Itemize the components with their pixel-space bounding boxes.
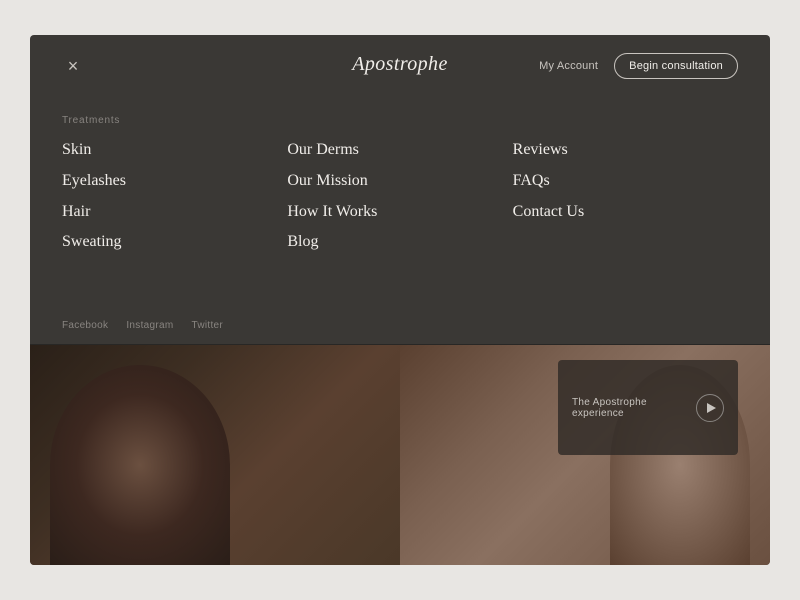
social-link-instagram[interactable]: Instagram — [126, 320, 173, 331]
nav-header: × Apostrophe My Account Begin consultati… — [30, 35, 770, 97]
nav-overlay: × Apostrophe My Account Begin consultati… — [30, 35, 770, 345]
hero-bg-left — [30, 345, 400, 565]
play-icon — [707, 403, 716, 413]
nav-link-contact-us[interactable]: Contact Us — [513, 202, 738, 223]
nav-link-sweating[interactable]: Sweating — [62, 232, 287, 253]
nav-col-2: Our Derms Our Mission How It Works Blog — [287, 140, 512, 253]
video-title: The Apostrophe experience — [572, 397, 696, 419]
logo: Apostrophe — [352, 53, 447, 76]
section-divider — [30, 344, 770, 345]
nav-link-how-it-works[interactable]: How It Works — [287, 202, 512, 223]
social-link-twitter[interactable]: Twitter — [192, 320, 224, 331]
nav-footer: Facebook Instagram Twitter — [30, 310, 770, 345]
begin-consultation-button[interactable]: Begin consultation — [614, 53, 738, 79]
nav-link-eyelashes[interactable]: Eyelashes — [62, 171, 287, 192]
nav-col-1: Skin Eyelashes Hair Sweating — [62, 140, 287, 253]
nav-link-our-mission[interactable]: Our Mission — [287, 171, 512, 192]
treatments-label: Treatments — [62, 115, 738, 126]
page-wrapper: × Apostrophe My Account Begin consultati… — [30, 35, 770, 565]
social-link-facebook[interactable]: Facebook — [62, 320, 108, 331]
play-button[interactable] — [696, 394, 724, 422]
my-account-link[interactable]: My Account — [539, 60, 598, 72]
video-card: The Apostrophe experience — [558, 360, 738, 455]
nav-body: Treatments Skin Eyelashes Hair Sweating … — [30, 97, 770, 310]
close-button[interactable]: × — [62, 55, 84, 77]
nav-right: My Account Begin consultation — [539, 53, 738, 79]
close-icon: × — [68, 56, 79, 77]
nav-link-skin[interactable]: Skin — [62, 140, 287, 161]
nav-link-our-derms[interactable]: Our Derms — [287, 140, 512, 161]
nav-columns: Skin Eyelashes Hair Sweating Our Derms O… — [62, 140, 738, 253]
nav-col-3: Reviews FAQs Contact Us — [513, 140, 738, 253]
nav-link-hair[interactable]: Hair — [62, 202, 287, 223]
nav-link-blog[interactable]: Blog — [287, 232, 512, 253]
nav-link-reviews[interactable]: Reviews — [513, 140, 738, 161]
nav-link-faqs[interactable]: FAQs — [513, 171, 738, 192]
